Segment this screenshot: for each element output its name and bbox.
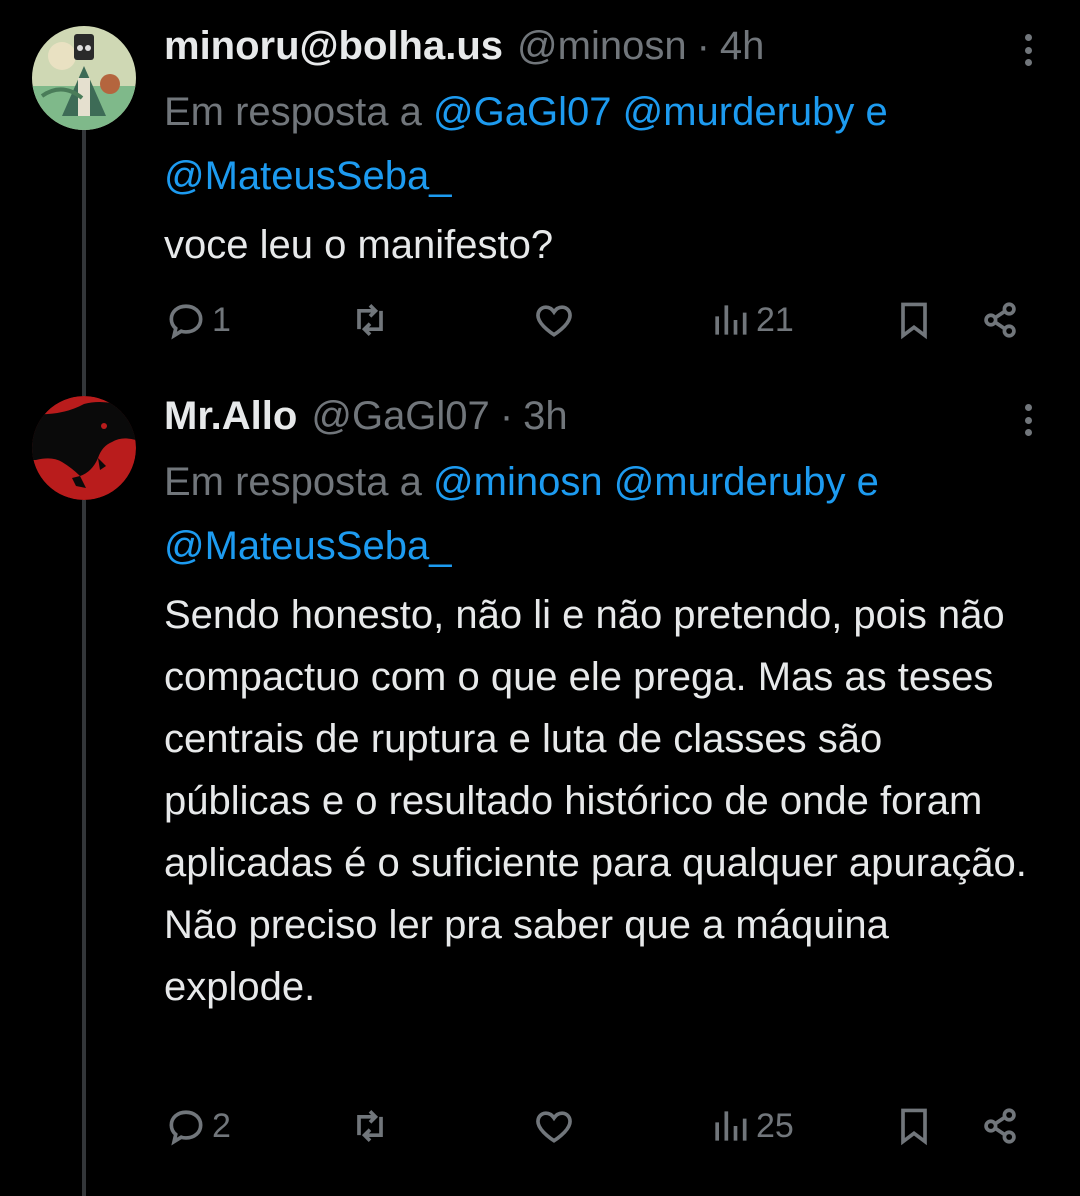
- avatar-image: [32, 26, 136, 130]
- separator: ·: [696, 23, 710, 68]
- heart-icon: [536, 1111, 572, 1143]
- reply-button[interactable]: 1: [164, 290, 231, 350]
- avatar-image: [32, 396, 136, 500]
- tweet[interactable]: minoru@bolha.us @minosn · 4h Em resposta…: [0, 0, 1080, 370]
- separator: ·: [499, 393, 514, 438]
- reply-prefix: Em resposta a: [164, 460, 422, 504]
- mention-link[interactable]: @GaGl07: [433, 90, 611, 134]
- mention-link[interactable]: @murderuby: [614, 460, 846, 504]
- bookmark-button[interactable]: [892, 290, 936, 350]
- views-button[interactable]: 21: [708, 290, 794, 350]
- retweet-button[interactable]: [348, 290, 392, 350]
- reply-context: Em resposta a @minosn @murderuby e @Mate…: [164, 450, 1040, 578]
- tweet[interactable]: Mr.Allo @GaGl07 · 3h Em resposta a @mino…: [0, 370, 1080, 1196]
- share-button[interactable]: [978, 1096, 1022, 1156]
- display-name[interactable]: minoru@bolha.us: [164, 24, 503, 69]
- tweet-content: Mr.Allo @GaGl07 · 3h Em resposta a @mino…: [164, 388, 1040, 1018]
- views-icon: [715, 1111, 747, 1141]
- reply-icon: [169, 304, 203, 340]
- reply-prefix: Em resposta a: [164, 90, 422, 134]
- action-bar: 2 25: [164, 1096, 1040, 1156]
- bookmark-button[interactable]: [892, 1096, 936, 1156]
- share-icon: [984, 302, 1016, 338]
- mention-conjunction: e: [856, 460, 879, 504]
- views-count: 25: [756, 1106, 794, 1145]
- mention-conjunction: e: [865, 90, 888, 134]
- mention-link[interactable]: @MateusSeba_: [164, 154, 451, 198]
- mention-link[interactable]: @MateusSeba_: [164, 524, 451, 568]
- timestamp[interactable]: 4h: [720, 24, 765, 69]
- tweet-content: minoru@bolha.us @minosn · 4h Em resposta…: [164, 18, 1040, 276]
- action-bar: 1 21: [164, 290, 1040, 350]
- tweet-header: Mr.Allo @GaGl07 · 3h: [164, 388, 1040, 444]
- timestamp[interactable]: 3h: [523, 394, 568, 439]
- reply-context: Em resposta a @GaGl07 @murderuby e @Mate…: [164, 80, 1040, 208]
- reply-button[interactable]: 2: [164, 1096, 231, 1156]
- views-count: 21: [756, 300, 794, 339]
- retweet-button[interactable]: [348, 1096, 392, 1156]
- bookmark-icon: [901, 1108, 927, 1146]
- mention-link[interactable]: @minosn: [433, 460, 603, 504]
- tweet-header: minoru@bolha.us @minosn · 4h: [164, 18, 1040, 74]
- share-button[interactable]: [978, 290, 1022, 350]
- more-icon[interactable]: [1008, 400, 1048, 440]
- reply-count: 1: [212, 300, 231, 339]
- retweet-icon: [357, 1110, 383, 1142]
- display-name[interactable]: Mr.Allo: [164, 394, 297, 439]
- like-button[interactable]: [532, 290, 576, 350]
- tweet-text: voce leu o manifesto?: [164, 223, 554, 267]
- handle[interactable]: @GaGl07: [311, 394, 489, 439]
- tweet-text: Sendo honesto, não li e não pretendo, po…: [164, 593, 1027, 1009]
- views-button[interactable]: 25: [708, 1096, 794, 1156]
- avatar[interactable]: [32, 396, 136, 500]
- share-icon: [984, 1108, 1016, 1144]
- more-icon[interactable]: [1008, 30, 1048, 70]
- like-button[interactable]: [532, 1096, 576, 1156]
- reply-count: 2: [212, 1106, 231, 1145]
- avatar[interactable]: [32, 26, 136, 130]
- views-icon: [715, 305, 747, 335]
- handle[interactable]: @minosn: [517, 24, 687, 69]
- heart-icon: [536, 305, 572, 337]
- mention-link[interactable]: @murderuby: [623, 90, 855, 134]
- reply-icon: [169, 1110, 203, 1146]
- retweet-icon: [357, 304, 383, 336]
- bookmark-icon: [901, 302, 927, 340]
